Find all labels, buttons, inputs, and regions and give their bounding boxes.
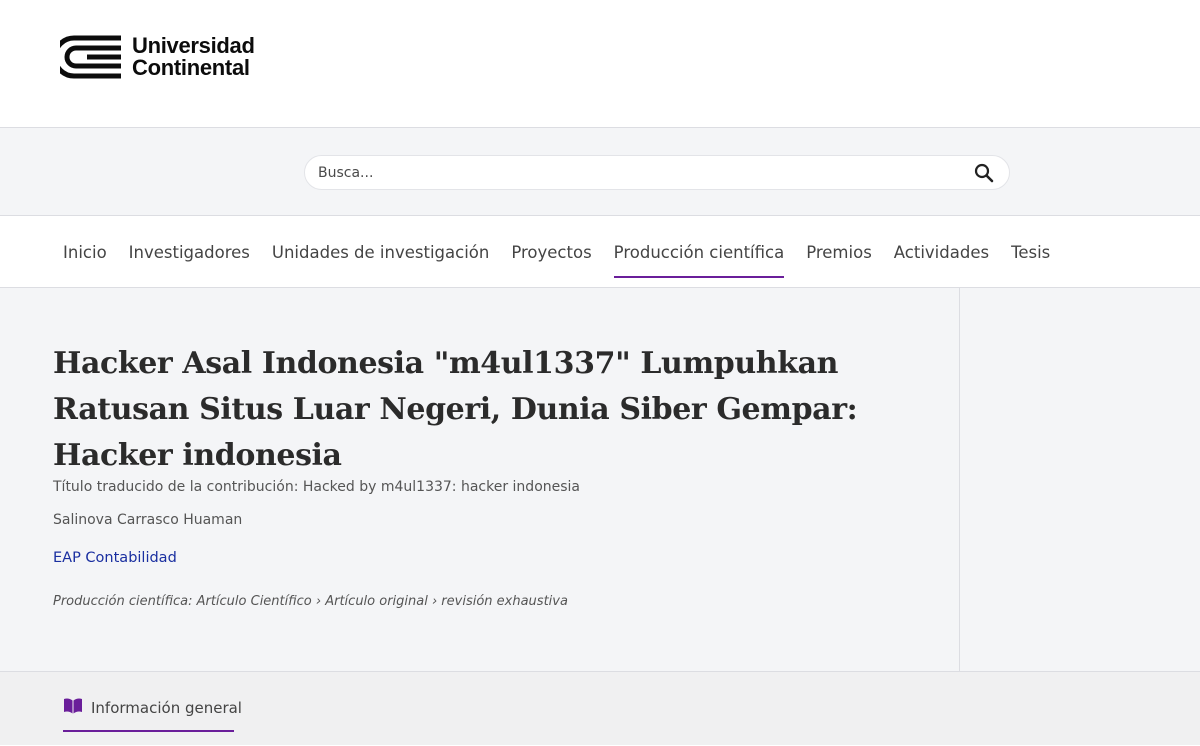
nav-item-produccion-cientifica[interactable]: Producción científica [613,216,784,288]
tab-informacion-general[interactable]: Información general [63,693,244,731]
active-tab-indicator [63,730,234,732]
universidad-continental-logo-mark [60,35,121,79]
search-icon[interactable] [971,160,997,186]
search-box [304,155,1010,190]
logo-line-2: Continental [132,55,250,80]
nav-item-proyectos[interactable]: Proyectos [511,216,591,288]
main-navigation: Inicio Investigadores Unidades de invest… [0,216,1200,288]
search-input[interactable] [318,164,971,181]
publication-summary: Hacker Asal Indonesia "m4ul1337" Lumpuhk… [0,288,960,671]
site-header: Universidad Continental [0,0,1200,128]
nav-item-investigadores[interactable]: Investigadores [129,216,250,288]
search-band [0,128,1200,216]
tab-label: Información general [91,699,242,717]
nav-item-actividades[interactable]: Actividades [894,216,989,288]
logo-text: Universidad Continental [132,35,255,79]
book-icon [63,697,83,719]
logo-line-1: Universidad [132,33,255,58]
nav-item-inicio[interactable]: Inicio [63,216,107,288]
publication-type: Producción científica: Artículo Científi… [53,594,568,609]
page-title: Hacker Asal Indonesia "m4ul1337" Lumpuhk… [53,346,858,473]
content-tabs: Información general [0,672,1200,745]
author-name: Salinova Carrasco Huaman [53,512,243,528]
university-logo[interactable]: Universidad Continental [60,34,255,80]
publication-header: Hacker Asal Indonesia "m4ul1337" Lumpuhk… [0,288,1200,672]
nav-item-tesis[interactable]: Tesis [1011,216,1050,288]
nav-item-unidades-de-investigacion[interactable]: Unidades de investigación [272,216,489,288]
research-unit-link[interactable]: EAP Contabilidad [53,550,177,566]
nav-item-premios[interactable]: Premios [806,216,872,288]
translated-title: Título traducido de la contribución: Hac… [53,479,581,495]
